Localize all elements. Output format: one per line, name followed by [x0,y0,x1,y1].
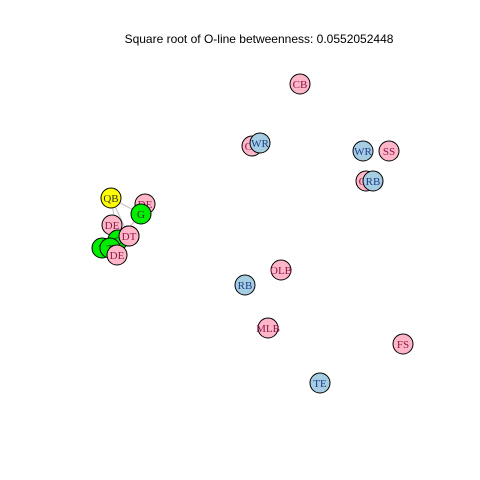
graph-node: RB [362,170,384,192]
plot-title: Square root of O-line betweenness: 0.055… [125,32,394,46]
graph-node: CB [289,73,311,95]
node-label: FS [397,339,409,351]
node-label: DT [122,231,137,243]
node-label: G [137,209,145,221]
node-label: QB [103,193,118,205]
node-label: WR [251,138,269,150]
graph-node: SS [378,140,400,162]
graph-node: WR [249,132,271,154]
graph-node: G [130,203,152,225]
graph-node: TE [309,372,331,394]
node-label: DE [110,250,125,262]
node-label: MLB [256,323,280,335]
graph-node: QB [100,187,122,209]
node-label: CB [293,79,308,91]
graph-node: RB [234,274,256,296]
node-label: WR [354,146,372,158]
graph-node: DE [106,244,128,266]
graph-node: MLB [256,317,280,339]
node-label: SS [383,146,395,158]
graph-node: DT [118,225,140,247]
graph-node: WR [352,140,374,162]
node-label: OLB [270,265,292,277]
graph-node: OLB [270,259,292,281]
node-label: RB [238,280,253,292]
node-label: RB [366,176,381,188]
node-label: TE [313,378,327,390]
node-layer: CBCBWRWRSSCBRBQBDEGDECGDTTTDEOLBRBMLBFST… [91,73,414,394]
network-plot: Square root of O-line betweenness: 0.055… [91,32,414,394]
graph-node: FS [392,333,414,355]
